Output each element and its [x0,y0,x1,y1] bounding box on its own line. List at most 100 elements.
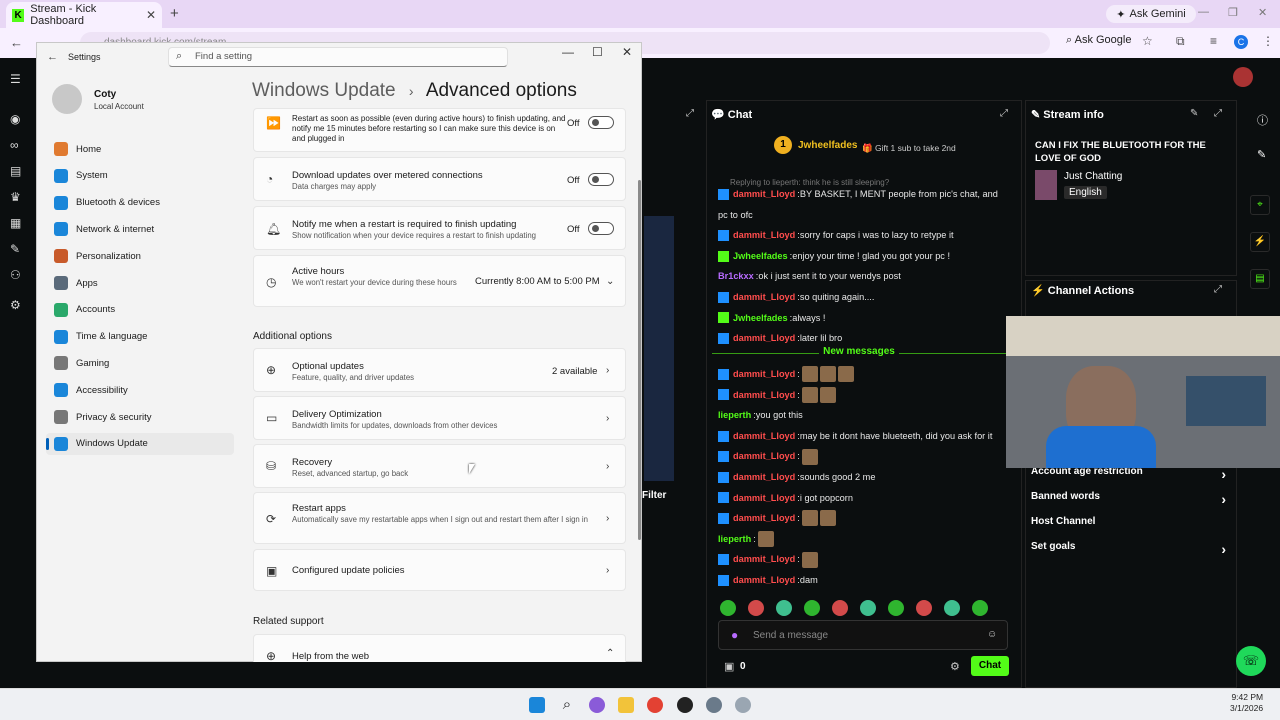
minimize-button[interactable]: — [562,45,574,59]
close-button[interactable]: ✕ [622,45,632,59]
chrome-icon[interactable] [647,697,663,713]
emote-icon[interactable] [748,600,764,616]
back-arrow-icon[interactable]: ← [47,51,58,63]
support-button[interactable]: ☏ [1236,646,1266,676]
chat-username[interactable]: Jwheelfades [733,246,788,267]
settings-scrollbar[interactable] [638,180,641,540]
popout-info-icon[interactable]: ⤢ [1214,108,1222,119]
mic-icon[interactable]: ● [731,628,738,642]
emoji-icon[interactable]: ☺ [987,629,997,640]
back-arrow-icon[interactable]: ← [10,35,23,50]
minimize-browser-button[interactable]: — [1198,6,1209,18]
emote-icon[interactable] [860,600,876,616]
emote-icon[interactable] [720,600,736,616]
start-icon[interactable] [529,697,545,713]
nav-item-network-internet[interactable]: Network & internet [46,218,234,240]
chat-username[interactable]: dammit_Lloyd [733,225,795,246]
popout-chat-icon[interactable]: ⤢ [1000,108,1008,119]
new-tab-button[interactable]: + [170,5,179,22]
profile-avatar[interactable]: C [1234,35,1248,49]
settings-search-input[interactable]: Find a setting [168,47,508,67]
chat-settings-icon[interactable]: ⚙ [950,660,960,673]
reading-list-icon[interactable]: ≡ [1210,34,1217,48]
extensions-icon[interactable]: ⧉ [1176,34,1185,49]
notify-toggle[interactable] [588,222,614,235]
menu-dots-icon[interactable]: ⋮ [1262,34,1274,48]
emote-icon[interactable] [888,600,904,616]
emote-icon[interactable] [776,600,792,616]
emote-icon[interactable] [944,600,960,616]
chat-username[interactable]: dammit_Lloyd [733,570,795,588]
nav-item-privacy-security[interactable]: Privacy & security [46,406,234,428]
hamburger-icon[interactable]: ☰ [10,72,21,86]
stream-icon[interactable]: ◉ [10,112,20,126]
popout-actions-icon[interactable]: ⤢ [1214,284,1222,295]
chat-username[interactable]: dammit_Lloyd [733,385,795,406]
edit-icon[interactable]: ✎ [1190,108,1198,119]
chat-username[interactable]: dammit_Lloyd [733,364,795,385]
nav-item-home[interactable]: Home [46,138,234,160]
settings-gear-icon[interactable] [706,697,722,713]
link-icon[interactable]: ∞ [10,138,19,152]
chat-username[interactable]: dammit_Lloyd [733,184,795,205]
nav-item-personalization[interactable]: Personalization [46,245,234,267]
maximize-browser-button[interactable]: ❐ [1228,6,1238,19]
top-gifter[interactable]: 1 Jwheelfades [774,136,857,154]
nav-item-accessibility[interactable]: Accessibility [46,379,234,401]
expand-icon[interactable]: ⤢ [686,108,694,119]
pen-icon[interactable]: ✎ [1257,148,1266,161]
trophy-icon[interactable]: ♛ [10,190,21,204]
nav-item-bluetooth-devices[interactable]: Bluetooth & devices [46,192,234,214]
close-browser-button[interactable]: ✕ [1258,6,1267,19]
chat-username[interactable]: dammit_Lloyd [733,426,795,447]
nav-item-windows-update[interactable]: Windows Update [46,432,234,455]
metered-toggle[interactable] [588,173,614,186]
info-icon[interactable]: ⓘ [1257,112,1268,128]
channel-action-item[interactable]: Host Channel [1031,516,1226,527]
nav-item-time-language[interactable]: Time & language [46,326,234,348]
taskbar-clock[interactable]: 9:42 PM 3/1/2026 [1230,692,1263,714]
file-explorer-icon[interactable] [618,697,634,713]
nav-item-accounts[interactable]: Accounts [46,299,234,321]
chat-username[interactable]: lieperth [718,405,751,426]
chat-username[interactable]: Jwheelfades [733,308,788,329]
maximize-button[interactable]: ☐ [592,45,603,59]
chat-username[interactable]: dammit_Lloyd [733,287,795,308]
browser-tab[interactable]: K Stream - Kick Dashboard ✕ [6,2,162,28]
chevron-down-icon[interactable]: ⌄ [606,276,614,287]
emote-icon[interactable] [972,600,988,616]
close-tab-icon[interactable]: ✕ [146,8,156,22]
user-avatar[interactable] [1233,67,1253,87]
chat-send-button[interactable]: Chat [971,656,1009,676]
filter-label[interactable]: Filter [642,490,666,501]
chevron-up-icon[interactable]: ⌃ [606,648,614,659]
chat-input[interactable]: Send a message [718,620,1008,650]
channel-action-item[interactable]: Banned words › [1031,491,1226,507]
emote-icon[interactable] [832,600,848,616]
emote-icon[interactable] [916,600,932,616]
nav-item-gaming[interactable]: Gaming [46,352,234,374]
chat-username[interactable]: Br1ckxx [718,266,754,287]
search-icon[interactable]: ⌕ [559,697,575,713]
channel-action-item[interactable]: Account age restriction › [1031,466,1226,482]
obs-icon[interactable] [677,697,693,713]
chat-username[interactable]: dammit_Lloyd [733,488,795,509]
library-icon[interactable]: ▦ [10,216,21,230]
ask-gemini-button[interactable]: ✦ Ask Gemini [1106,5,1196,23]
nav-item-system[interactable]: System [46,165,234,187]
emote-icon[interactable] [804,600,820,616]
app-icon[interactable] [735,697,751,713]
clipboard-icon[interactable]: ▤ [1250,269,1270,289]
moderation-icon[interactable]: ⚙ [10,298,21,312]
chat-username[interactable]: dammit_Lloyd [733,467,795,488]
chat-username[interactable]: dammit_Lloyd [733,446,795,467]
restart-asap-toggle[interactable] [588,116,614,129]
target-icon[interactable]: ⌖ [1250,195,1270,215]
analytics-icon[interactable]: ▤ [10,164,21,178]
gift-sub-prompt[interactable]: 🎁 Gift 1 sub to take 2nd [862,143,956,154]
copilot-icon[interactable] [589,697,605,713]
community-icon[interactable]: ⚇ [10,268,21,282]
chat-username[interactable]: lieperth [718,529,751,550]
chat-username[interactable]: dammit_Lloyd [733,549,795,570]
nav-item-apps[interactable]: Apps [46,272,234,294]
